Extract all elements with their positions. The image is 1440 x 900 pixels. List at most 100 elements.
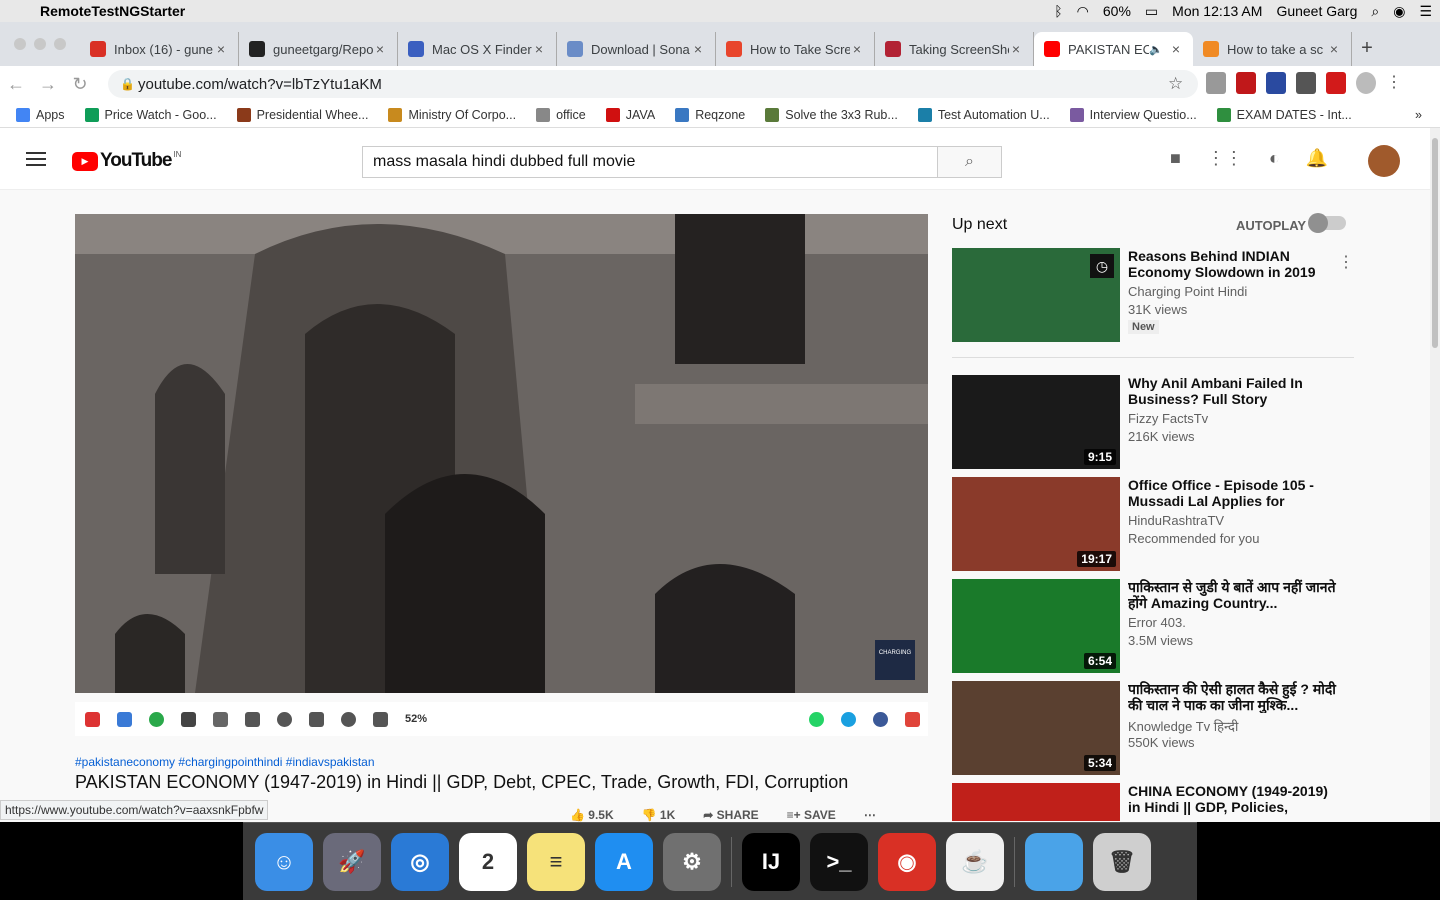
recommended-video-title[interactable]: पाकिस्तान की ऐसी हालत कैसे हुई ? मोदी की… <box>1128 681 1338 713</box>
video-thumbnail[interactable]: 19:17 <box>952 477 1120 571</box>
menu-icon[interactable] <box>26 152 46 170</box>
trash-icon[interactable]: 🗑 <box>1093 832 1151 891</box>
bookmark-item[interactable]: Apps <box>16 107 65 122</box>
apps-grid-icon[interactable]: ⋮⋮ <box>1207 148 1243 169</box>
recommended-video[interactable]: 19:17 Office Office - Episode 105 - Mussa… <box>952 477 1372 571</box>
folder-icon[interactable] <box>1025 832 1083 891</box>
close-tab-icon[interactable]: × <box>532 41 546 57</box>
recommended-video-title[interactable]: Office Office - Episode 105 - Mussadi La… <box>1128 477 1338 509</box>
watch-later-icon[interactable]: ◷ <box>1090 254 1114 278</box>
star-icon[interactable] <box>905 711 920 727</box>
chrome-menu-icon[interactable]: ⋮ <box>1386 72 1402 94</box>
close-window-button[interactable] <box>14 38 26 50</box>
wifi-icon[interactable]: ◠ <box>1077 3 1089 20</box>
bookmark-item[interactable]: Ministry Of Corpo... <box>388 107 516 122</box>
browser-tab[interactable]: Inbox (16) - gune × <box>80 32 239 66</box>
recommended-video-title[interactable]: Why Anil Ambani Failed In Business? Full… <box>1128 375 1338 407</box>
new-tab-button[interactable]: + <box>1352 37 1382 66</box>
search-input[interactable] <box>362 146 938 178</box>
address-url[interactable]: youtube.com/watch?v=lbTzYtu1aKM <box>138 76 1168 93</box>
video-thumbnail[interactable] <box>952 783 1120 821</box>
siri-icon[interactable]: ◉ <box>1393 3 1405 20</box>
battery-icon[interactable]: ▭ <box>1145 3 1158 20</box>
bluetooth-icon[interactable]: ᛒ <box>1054 3 1062 19</box>
channel-name[interactable]: Charging Point Hindi <box>1128 284 1247 299</box>
camera-icon[interactable] <box>373 711 388 727</box>
skype-icon[interactable] <box>841 711 856 727</box>
video-player[interactable]: CHARGING <box>75 214 928 693</box>
close-tab-icon[interactable]: × <box>850 41 864 57</box>
notes-icon[interactable]: ≡ <box>527 832 585 891</box>
system-preferences-icon[interactable]: ⚙ <box>663 832 721 891</box>
dollar-icon[interactable] <box>149 711 164 727</box>
forward-button[interactable]: → <box>32 74 64 95</box>
more-actions-icon[interactable]: ⋯ <box>864 808 876 822</box>
recommended-video-title[interactable]: पाकिस्तान से जुडी ये बातें आप नहीं जानते… <box>1128 579 1338 611</box>
bookmark-star-icon[interactable]: ☆ <box>1168 74 1198 94</box>
browser-tab[interactable]: PAKISTAN EC 🔈 × <box>1034 32 1193 66</box>
messages-icon[interactable]: ◐ <box>1269 148 1280 169</box>
page-scrollbar[interactable] <box>1430 128 1440 822</box>
finder-icon[interactable]: ☺ <box>255 832 313 891</box>
recommended-video-title[interactable]: Reasons Behind INDIAN Economy Slowdown i… <box>1128 248 1338 280</box>
bookmark-item[interactable]: Presidential Whee... <box>236 107 368 122</box>
autoplay-toggle[interactable] <box>1308 213 1346 233</box>
extension-icon[interactable] <box>1296 72 1316 94</box>
channel-name[interactable]: Error 403. <box>1128 615 1186 630</box>
bookmark-item[interactable]: office <box>536 107 586 122</box>
bookmark-item[interactable]: Test Automation U... <box>917 107 1050 122</box>
calendar-icon[interactable]: 2 <box>459 832 517 891</box>
adblock-extension-icon[interactable] <box>1236 72 1256 94</box>
bookmark-item[interactable]: Price Watch - Goo... <box>84 107 217 122</box>
notification-center-icon[interactable]: ☰ <box>1419 3 1432 20</box>
recommended-video[interactable]: 5:34 पाकिस्तान की ऐसी हालत कैसे हुई ? मोद… <box>952 681 1372 775</box>
message-icon[interactable] <box>245 711 260 727</box>
recommended-video[interactable]: CHINA ECONOMY (1949-2019) in Hindi || GD… <box>952 783 1372 821</box>
bookmark-item[interactable]: EXAM DATES - Int... <box>1216 107 1352 122</box>
recommended-video[interactable]: ◷ Reasons Behind INDIAN Economy Slowdown … <box>952 248 1372 342</box>
globe-icon[interactable] <box>341 711 356 727</box>
recommended-video[interactable]: 6:54 पाकिस्तान से जुडी ये बातें आप नहीं ज… <box>952 579 1372 673</box>
close-tab-icon[interactable]: × <box>1169 41 1183 57</box>
address-bar[interactable]: 🔒 youtube.com/watch?v=lbTzYtu1aKM ☆ <box>108 70 1198 98</box>
app-name[interactable]: RemoteTestNGStarter <box>40 3 185 19</box>
channel-name[interactable]: HinduRashtraTV <box>1128 513 1224 528</box>
zoom-window-button[interactable] <box>54 38 66 50</box>
create-video-icon[interactable]: ■ <box>1170 148 1181 169</box>
bookmark-item[interactable]: JAVA <box>605 107 655 122</box>
search-button[interactable]: ⌕ <box>937 146 1002 178</box>
channel-name[interactable]: Fizzy FactsTv <box>1128 411 1208 426</box>
clock[interactable]: Mon 12:13 AM <box>1172 3 1262 19</box>
bookmark-item[interactable]: Solve the 3x3 Rub... <box>765 107 898 122</box>
lock-icon[interactable]: 🔒 <box>120 77 138 91</box>
loop-icon[interactable] <box>277 711 292 727</box>
filter-icon[interactable] <box>309 711 324 727</box>
more-options-icon[interactable]: ⋮ <box>1338 252 1354 272</box>
video-thumbnail[interactable]: ◷ <box>952 248 1120 342</box>
launchpad-icon[interactable]: 🚀 <box>323 832 381 891</box>
close-tab-icon[interactable]: × <box>373 41 387 57</box>
java-icon[interactable]: ☕ <box>946 832 1004 891</box>
minimize-window-button[interactable] <box>34 38 46 50</box>
safari-icon[interactable]: ◎ <box>391 832 449 891</box>
back-button[interactable]: ← <box>0 74 32 95</box>
video-thumbnail[interactable]: 9:15 <box>952 375 1120 469</box>
intellij-icon[interactable]: IJ <box>742 832 800 891</box>
bookmark-item[interactable]: Reqzone <box>675 107 745 122</box>
browser-tab[interactable]: How to take a sc × <box>1193 32 1352 66</box>
close-tab-icon[interactable]: × <box>214 41 228 57</box>
close-tab-icon[interactable]: × <box>1327 41 1341 57</box>
bookmark-item[interactable]: Interview Questio... <box>1069 107 1197 122</box>
browser-tab[interactable]: How to Take Scre × <box>716 32 875 66</box>
user-name[interactable]: Guneet Garg <box>1276 3 1357 19</box>
recommended-video-title[interactable]: CHINA ECONOMY (1949-2019) in Hindi || GD… <box>1128 783 1338 815</box>
film-icon[interactable] <box>213 711 228 727</box>
close-tab-icon[interactable]: × <box>1009 41 1023 57</box>
share-button[interactable]: ➦ SHARE <box>703 808 758 822</box>
like-button[interactable]: 👍 9.5K <box>570 808 614 822</box>
browser-tab[interactable]: Mac OS X Finder × <box>398 32 557 66</box>
browser-tab[interactable]: Download | Sona × <box>557 32 716 66</box>
avatar[interactable] <box>1368 145 1400 177</box>
gear-icon[interactable] <box>181 711 196 727</box>
pin-icon[interactable] <box>85 711 100 727</box>
